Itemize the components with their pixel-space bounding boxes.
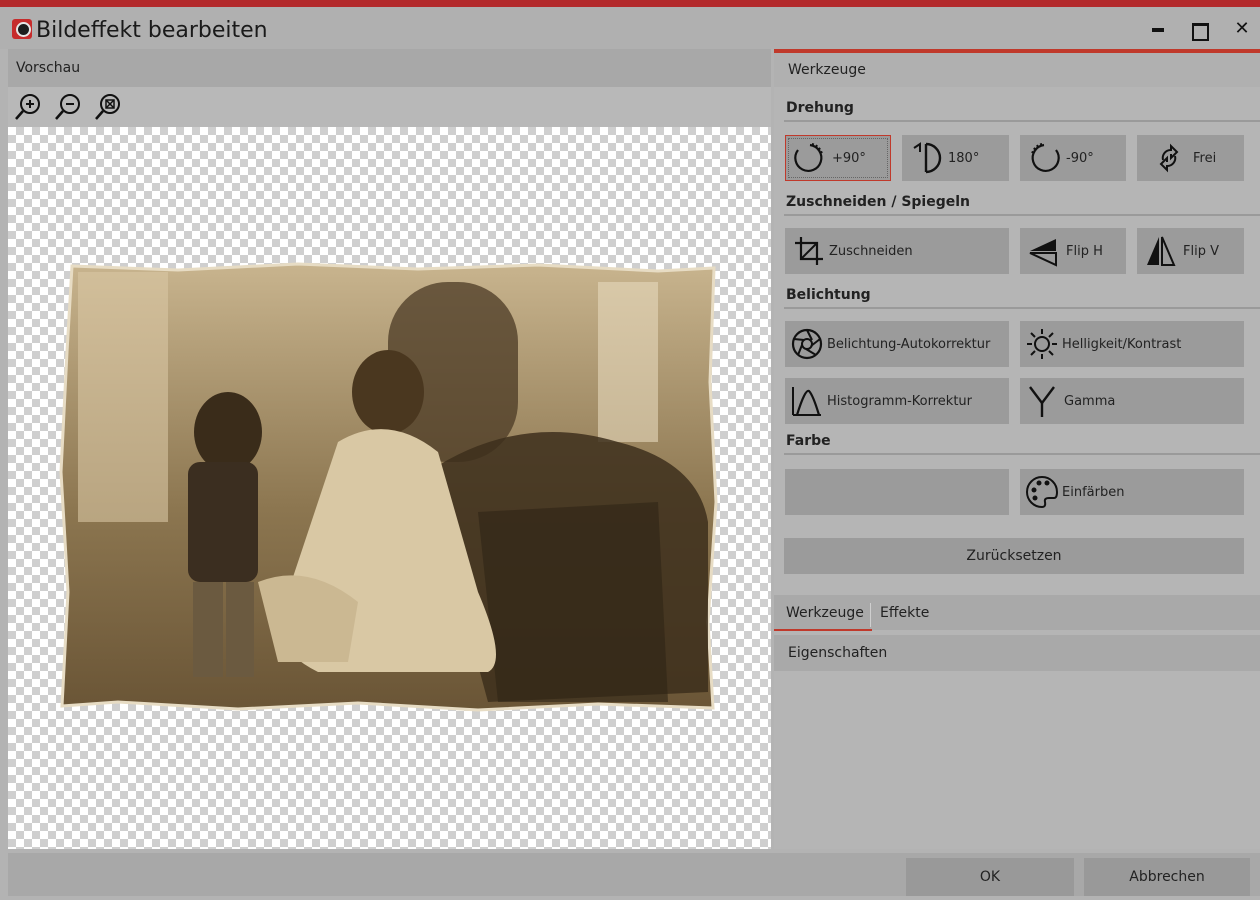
- section-divider: [784, 453, 1260, 455]
- brightness-contrast-label: Helligkeit/Kontrast: [1062, 336, 1182, 352]
- properties-header: Eigenschaften: [774, 635, 1260, 671]
- histogram-label: Histogramm-Korrektur: [827, 393, 973, 409]
- flip-h-label: Flip H: [1066, 243, 1103, 259]
- free-rotate-icon: [1159, 143, 1179, 173]
- zoom-fit-icon[interactable]: [92, 91, 124, 123]
- rotate-free-button[interactable]: Frei: [1137, 135, 1244, 181]
- zoom-out-icon[interactable]: [52, 91, 84, 123]
- gamma-label: Gamma: [1064, 393, 1116, 409]
- colorize-button[interactable]: Einfärben: [1020, 469, 1244, 515]
- gamma-icon: [1029, 386, 1055, 417]
- rotate-180-button[interactable]: 180°: [902, 135, 1009, 181]
- tools-header: Werkzeuge: [774, 53, 1260, 87]
- color-empty-button[interactable]: [785, 469, 1009, 515]
- rotate-free-label: Frei: [1193, 150, 1217, 166]
- flip-horizontal-icon: [1029, 239, 1057, 267]
- tools-title: Werkzeuge: [788, 62, 866, 78]
- preview-header: Vorschau: [8, 49, 771, 87]
- rotate-ccw-icon: [1031, 143, 1060, 172]
- section-divider: [784, 120, 1260, 122]
- preview-canvas[interactable]: [8, 127, 771, 849]
- tab-separator: [870, 603, 871, 627]
- histogram-button[interactable]: Histogramm-Korrektur: [785, 378, 1009, 424]
- close-icon[interactable]: ✕: [1228, 16, 1256, 44]
- tab-effekte[interactable]: Effekte: [880, 605, 929, 621]
- flip-vertical-icon: [1147, 236, 1176, 266]
- rotate-180-icon: [913, 142, 942, 174]
- colorize-label: Einfärben: [1062, 484, 1125, 500]
- section-divider: [784, 214, 1260, 216]
- flip-v-label: Flip V: [1183, 243, 1219, 259]
- window-accent-bar: [0, 0, 1260, 7]
- flip-h-button[interactable]: Flip H: [1020, 228, 1126, 274]
- zoom-toolbar: [8, 87, 771, 127]
- tools-panel: Werkzeuge Drehung +90° 180° -90° Frei Zu…: [774, 49, 1260, 849]
- section-divider: [784, 307, 1260, 309]
- reset-button[interactable]: Zurücksetzen: [784, 538, 1244, 574]
- section-farbe: Farbe: [786, 433, 831, 449]
- properties-title: Eigenschaften: [788, 645, 888, 661]
- preview-panel: Vorschau: [8, 49, 771, 849]
- rotate-plus-90-label: +90°: [832, 150, 866, 166]
- app-logo-icon: [12, 19, 32, 39]
- window-title: Bildeffekt bearbeiten: [36, 18, 268, 43]
- rotate-plus-90-button[interactable]: +90°: [785, 135, 891, 181]
- rotate-minus-90-label: -90°: [1066, 150, 1094, 166]
- auto-exposure-label: Belichtung-Autokorrektur: [827, 336, 991, 352]
- histogram-icon: [792, 387, 821, 416]
- preview-photo: [59, 262, 718, 712]
- section-belichtung: Belichtung: [786, 287, 871, 303]
- aperture-icon: [791, 328, 823, 360]
- title-bar: Bildeffekt bearbeiten ✕: [0, 7, 1260, 49]
- crop-label: Zuschneiden: [829, 243, 913, 259]
- maximize-icon[interactable]: [1184, 16, 1212, 44]
- rotate-minus-90-button[interactable]: -90°: [1020, 135, 1126, 181]
- crop-icon: [795, 237, 823, 265]
- auto-exposure-button[interactable]: Belichtung-Autokorrektur: [785, 321, 1009, 367]
- flip-v-button[interactable]: Flip V: [1137, 228, 1244, 274]
- cancel-button[interactable]: Abbrechen: [1084, 858, 1250, 896]
- section-drehung: Drehung: [786, 100, 854, 116]
- minimize-icon[interactable]: [1144, 16, 1172, 44]
- sun-icon: [1027, 329, 1057, 359]
- crop-button[interactable]: Zuschneiden: [785, 228, 1009, 274]
- zoom-in-icon[interactable]: [12, 91, 44, 123]
- rotate-180-label: 180°: [948, 150, 980, 166]
- panel-tabs: Werkzeuge Effekte: [774, 595, 1260, 631]
- ok-button[interactable]: OK: [906, 858, 1074, 896]
- section-zuschneiden: Zuschneiden / Spiegeln: [786, 194, 971, 210]
- palette-icon: [1026, 475, 1059, 509]
- preview-title: Vorschau: [16, 60, 81, 76]
- gamma-button[interactable]: Gamma: [1020, 378, 1244, 424]
- tab-werkzeuge[interactable]: Werkzeuge: [774, 605, 872, 631]
- rotate-cw-icon: [794, 143, 823, 172]
- brightness-contrast-button[interactable]: Helligkeit/Kontrast: [1020, 321, 1244, 367]
